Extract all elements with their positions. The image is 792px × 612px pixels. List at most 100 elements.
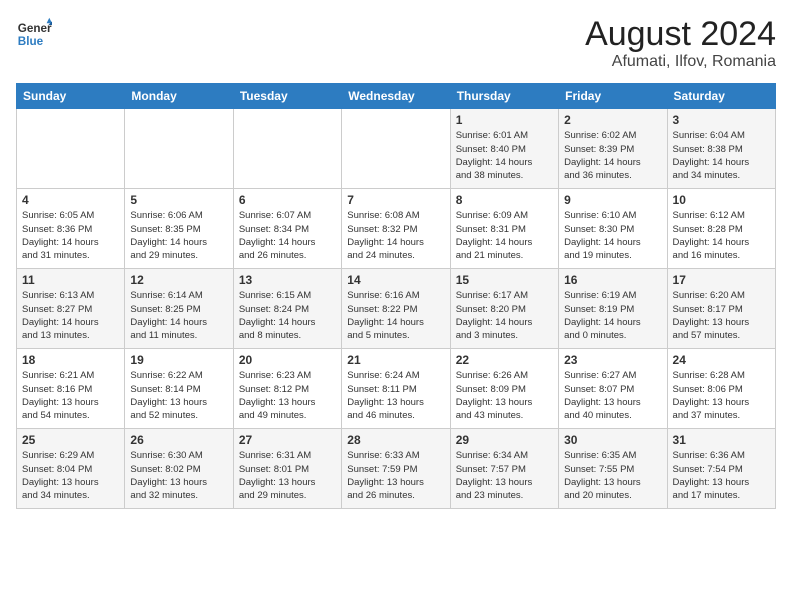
day-cell: 28 Sunrise: 6:33 AM Sunset: 7:59 PM Dayli… bbox=[342, 429, 450, 509]
day-info: Sunrise: 6:05 AM Sunset: 8:36 PM Dayligh… bbox=[22, 209, 119, 262]
day-cell: 19 Sunrise: 6:22 AM Sunset: 8:14 PM Dayli… bbox=[125, 349, 233, 429]
day-info: Sunrise: 6:33 AM Sunset: 7:59 PM Dayligh… bbox=[347, 449, 444, 502]
day-cell: 23 Sunrise: 6:27 AM Sunset: 8:07 PM Dayli… bbox=[559, 349, 667, 429]
day-cell: 5Sunrise: 6:06 AM Sunset: 8:35 PM Daylig… bbox=[125, 189, 233, 269]
day-info: Sunrise: 6:24 AM Sunset: 8:11 PM Dayligh… bbox=[347, 369, 444, 422]
day-number: 31 bbox=[673, 433, 770, 447]
header-row: SundayMondayTuesdayWednesdayThursdayFrid… bbox=[17, 84, 776, 109]
day-cell: 18 Sunrise: 6:21 AM Sunset: 8:16 PM Dayli… bbox=[17, 349, 125, 429]
day-info: Sunrise: 6:28 AM Sunset: 8:06 PM Dayligh… bbox=[673, 369, 770, 422]
day-cell: 1 Sunrise: 6:01 AM Sunset: 8:40 PM Daylig… bbox=[450, 109, 558, 189]
day-info: Sunrise: 6:22 AM Sunset: 8:14 PM Dayligh… bbox=[130, 369, 227, 422]
day-info: Sunrise: 6:29 AM Sunset: 8:04 PM Dayligh… bbox=[22, 449, 119, 502]
day-cell: 7Sunrise: 6:08 AM Sunset: 8:32 PM Daylig… bbox=[342, 189, 450, 269]
day-cell: 31 Sunrise: 6:36 AM Sunset: 7:54 PM Dayli… bbox=[667, 429, 775, 509]
day-info: Sunrise: 6:09 AM Sunset: 8:31 PM Dayligh… bbox=[456, 209, 553, 262]
col-header-saturday: Saturday bbox=[667, 84, 775, 109]
day-number: 16 bbox=[564, 273, 661, 287]
day-cell: 6Sunrise: 6:07 AM Sunset: 8:34 PM Daylig… bbox=[233, 189, 341, 269]
day-cell bbox=[125, 109, 233, 189]
col-header-monday: Monday bbox=[125, 84, 233, 109]
day-number: 17 bbox=[673, 273, 770, 287]
day-cell: 13 Sunrise: 6:15 AM Sunset: 8:24 PM Dayli… bbox=[233, 269, 341, 349]
day-info: Sunrise: 6:27 AM Sunset: 8:07 PM Dayligh… bbox=[564, 369, 661, 422]
day-info: Sunrise: 6:01 AM Sunset: 8:40 PM Dayligh… bbox=[456, 129, 553, 182]
day-cell: 10 Sunrise: 6:12 AM Sunset: 8:28 PM Dayli… bbox=[667, 189, 775, 269]
day-number: 26 bbox=[130, 433, 227, 447]
day-number: 15 bbox=[456, 273, 553, 287]
day-number: 10 bbox=[673, 193, 770, 207]
day-cell: 29 Sunrise: 6:34 AM Sunset: 7:57 PM Dayli… bbox=[450, 429, 558, 509]
week-row-2: 4 Sunrise: 6:05 AM Sunset: 8:36 PM Daylig… bbox=[17, 189, 776, 269]
logo: General Blue bbox=[16, 16, 52, 52]
day-number: 28 bbox=[347, 433, 444, 447]
calendar-table: SundayMondayTuesdayWednesdayThursdayFrid… bbox=[16, 83, 776, 509]
day-cell: 27Sunrise: 6:31 AM Sunset: 8:01 PM Dayli… bbox=[233, 429, 341, 509]
day-info: Sunrise: 6:35 AM Sunset: 7:55 PM Dayligh… bbox=[564, 449, 661, 502]
day-info: Sunrise: 6:21 AM Sunset: 8:16 PM Dayligh… bbox=[22, 369, 119, 422]
day-cell: 3 Sunrise: 6:04 AM Sunset: 8:38 PM Daylig… bbox=[667, 109, 775, 189]
page-subtitle: Afumati, Ilfov, Romania bbox=[585, 53, 776, 71]
col-header-friday: Friday bbox=[559, 84, 667, 109]
day-info: Sunrise: 6:10 AM Sunset: 8:30 PM Dayligh… bbox=[564, 209, 661, 262]
day-cell: 22Sunrise: 6:26 AM Sunset: 8:09 PM Dayli… bbox=[450, 349, 558, 429]
day-cell: 26 Sunrise: 6:30 AM Sunset: 8:02 PM Dayli… bbox=[125, 429, 233, 509]
day-number: 1 bbox=[456, 113, 553, 127]
day-number: 11 bbox=[22, 273, 119, 287]
day-info: Sunrise: 6:15 AM Sunset: 8:24 PM Dayligh… bbox=[239, 289, 336, 342]
day-number: 8 bbox=[456, 193, 553, 207]
week-row-3: 11 Sunrise: 6:13 AM Sunset: 8:27 PM Dayli… bbox=[17, 269, 776, 349]
day-cell: 8 Sunrise: 6:09 AM Sunset: 8:31 PM Daylig… bbox=[450, 189, 558, 269]
day-info: Sunrise: 6:30 AM Sunset: 8:02 PM Dayligh… bbox=[130, 449, 227, 502]
day-cell: 9 Sunrise: 6:10 AM Sunset: 8:30 PM Daylig… bbox=[559, 189, 667, 269]
day-cell: 24 Sunrise: 6:28 AM Sunset: 8:06 PM Dayli… bbox=[667, 349, 775, 429]
day-info: Sunrise: 6:23 AM Sunset: 8:12 PM Dayligh… bbox=[239, 369, 336, 422]
day-number: 6 bbox=[239, 193, 336, 207]
day-info: Sunrise: 6:13 AM Sunset: 8:27 PM Dayligh… bbox=[22, 289, 119, 342]
week-row-1: 1 Sunrise: 6:01 AM Sunset: 8:40 PM Daylig… bbox=[17, 109, 776, 189]
svg-text:Blue: Blue bbox=[18, 35, 44, 48]
day-cell: 11 Sunrise: 6:13 AM Sunset: 8:27 PM Dayli… bbox=[17, 269, 125, 349]
day-number: 23 bbox=[564, 353, 661, 367]
day-info: Sunrise: 6:20 AM Sunset: 8:17 PM Dayligh… bbox=[673, 289, 770, 342]
day-cell: 14Sunrise: 6:16 AM Sunset: 8:22 PM Dayli… bbox=[342, 269, 450, 349]
day-cell: 21 Sunrise: 6:24 AM Sunset: 8:11 PM Dayli… bbox=[342, 349, 450, 429]
page-header: General Blue August 2024 Afumati, Ilfov,… bbox=[16, 16, 776, 71]
day-info: Sunrise: 6:14 AM Sunset: 8:25 PM Dayligh… bbox=[130, 289, 227, 342]
day-number: 25 bbox=[22, 433, 119, 447]
day-info: Sunrise: 6:34 AM Sunset: 7:57 PM Dayligh… bbox=[456, 449, 553, 502]
day-number: 4 bbox=[22, 193, 119, 207]
day-number: 12 bbox=[130, 273, 227, 287]
page-title: August 2024 bbox=[585, 16, 776, 53]
day-number: 29 bbox=[456, 433, 553, 447]
day-info: Sunrise: 6:12 AM Sunset: 8:28 PM Dayligh… bbox=[673, 209, 770, 262]
day-cell: 12 Sunrise: 6:14 AM Sunset: 8:25 PM Dayli… bbox=[125, 269, 233, 349]
day-cell: 16Sunrise: 6:19 AM Sunset: 8:19 PM Dayli… bbox=[559, 269, 667, 349]
day-number: 30 bbox=[564, 433, 661, 447]
day-number: 22 bbox=[456, 353, 553, 367]
day-number: 19 bbox=[130, 353, 227, 367]
day-number: 21 bbox=[347, 353, 444, 367]
day-cell: 4 Sunrise: 6:05 AM Sunset: 8:36 PM Daylig… bbox=[17, 189, 125, 269]
day-number: 18 bbox=[22, 353, 119, 367]
week-row-4: 18 Sunrise: 6:21 AM Sunset: 8:16 PM Dayli… bbox=[17, 349, 776, 429]
col-header-tuesday: Tuesday bbox=[233, 84, 341, 109]
day-cell: 25 Sunrise: 6:29 AM Sunset: 8:04 PM Dayli… bbox=[17, 429, 125, 509]
day-cell bbox=[233, 109, 341, 189]
day-number: 9 bbox=[564, 193, 661, 207]
day-info: Sunrise: 6:31 AM Sunset: 8:01 PM Dayligh… bbox=[239, 449, 336, 502]
col-header-thursday: Thursday bbox=[450, 84, 558, 109]
day-number: 3 bbox=[673, 113, 770, 127]
logo-icon: General Blue bbox=[16, 16, 52, 52]
week-row-5: 25 Sunrise: 6:29 AM Sunset: 8:04 PM Dayli… bbox=[17, 429, 776, 509]
day-number: 13 bbox=[239, 273, 336, 287]
day-info: Sunrise: 6:04 AM Sunset: 8:38 PM Dayligh… bbox=[673, 129, 770, 182]
day-info: Sunrise: 6:36 AM Sunset: 7:54 PM Dayligh… bbox=[673, 449, 770, 502]
day-cell: 2Sunrise: 6:02 AM Sunset: 8:39 PM Daylig… bbox=[559, 109, 667, 189]
day-cell: 20Sunrise: 6:23 AM Sunset: 8:12 PM Dayli… bbox=[233, 349, 341, 429]
day-info: Sunrise: 6:17 AM Sunset: 8:20 PM Dayligh… bbox=[456, 289, 553, 342]
day-cell: 15 Sunrise: 6:17 AM Sunset: 8:20 PM Dayli… bbox=[450, 269, 558, 349]
day-info: Sunrise: 6:16 AM Sunset: 8:22 PM Dayligh… bbox=[347, 289, 444, 342]
col-header-wednesday: Wednesday bbox=[342, 84, 450, 109]
day-number: 24 bbox=[673, 353, 770, 367]
